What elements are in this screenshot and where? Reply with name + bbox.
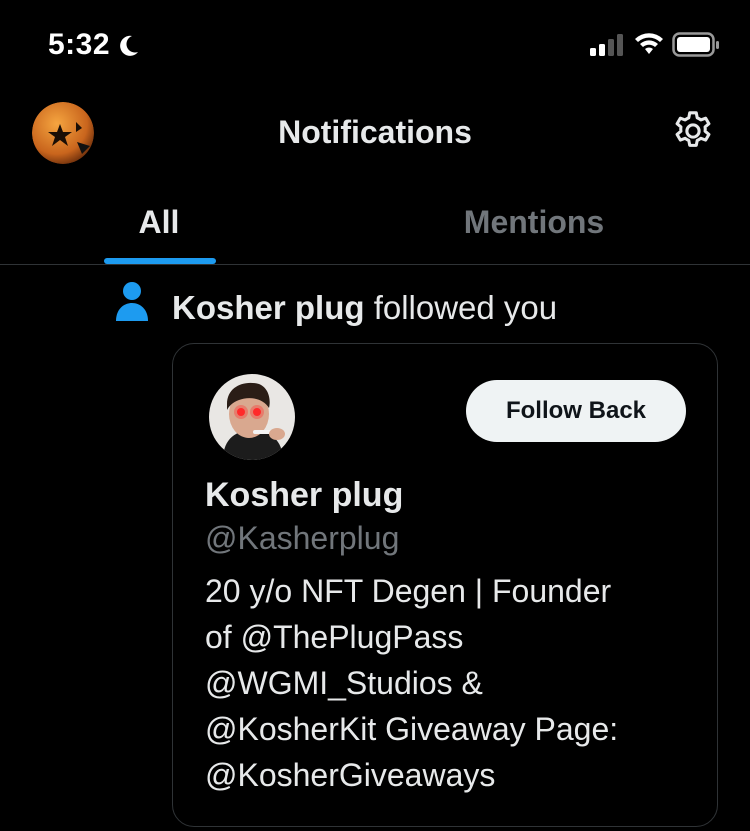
bio-line: of @ThePlugPass	[205, 619, 464, 655]
status-time: 5:32	[48, 28, 111, 61]
follow-back-button[interactable]: Follow Back	[466, 380, 686, 442]
bio-line: @WGMI_Studios &	[205, 665, 483, 701]
tab-all[interactable]: All	[0, 180, 318, 264]
active-tab-indicator	[104, 258, 216, 264]
notification-action: followed you	[373, 289, 558, 326]
follow-notification[interactable]: Kosher plug followed you Follow Back Kos…	[0, 265, 750, 831]
user-card[interactable]: Follow Back Kosher plug @Kasherplug 20 y…	[172, 343, 718, 827]
battery-icon	[672, 32, 720, 63]
status-bar: 5:32	[0, 0, 750, 90]
top-app-bar: Notifications	[0, 90, 750, 180]
bio-line: @KosherGiveaways	[205, 757, 496, 793]
wifi-icon	[634, 30, 664, 61]
notification-tabs: All Mentions	[0, 180, 750, 265]
bio-line: 20 y/o NFT Degen | Founder	[205, 573, 612, 609]
user-name[interactable]: Kosher plug	[205, 476, 403, 515]
notification-actor[interactable]: Kosher plug	[172, 289, 365, 326]
user-avatar[interactable]	[209, 374, 295, 460]
moon-icon	[118, 34, 140, 63]
person-icon	[114, 281, 150, 328]
page-title: Notifications	[278, 114, 472, 150]
user-handle[interactable]: @Kasherplug	[205, 520, 399, 557]
notification-text: Kosher plug followed you	[172, 289, 557, 327]
gear-icon[interactable]	[670, 108, 716, 154]
user-bio: 20 y/o NFT Degen | Founder of @ThePlugPa…	[205, 568, 695, 798]
tab-mentions[interactable]: Mentions	[318, 180, 750, 264]
bio-line: @KosherKit Giveaway Page:	[205, 711, 619, 747]
signal-icon	[590, 34, 626, 61]
